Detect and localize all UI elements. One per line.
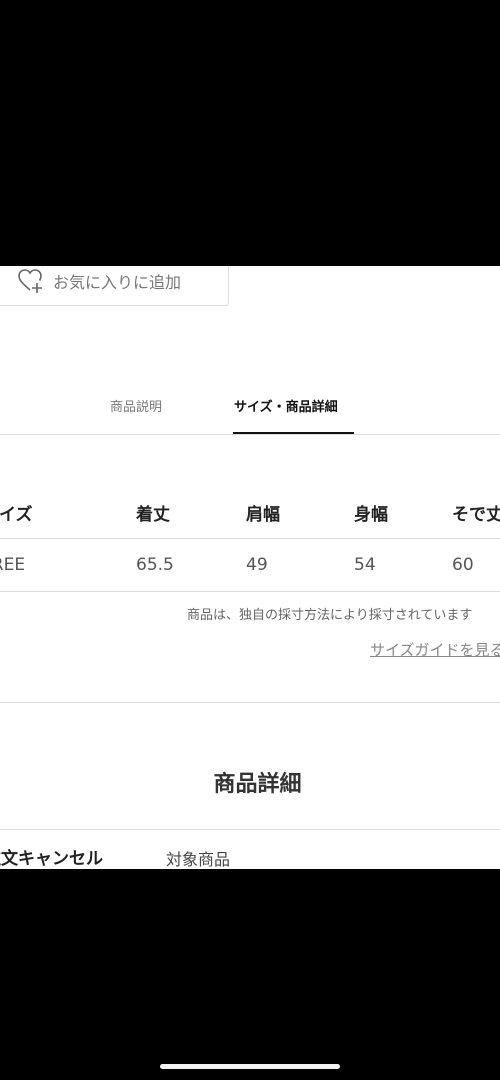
- heart-plus-icon: [17, 268, 47, 294]
- header-chest: 身幅: [354, 505, 388, 525]
- home-indicator: [160, 1064, 340, 1069]
- add-to-favorites-button[interactable]: お気に入りに追加: [0, 266, 229, 306]
- add-to-favorites-label: お気に入りに追加: [53, 273, 182, 292]
- screenshot-frame: お気に入りに追加 商品説明 サイズ・商品詳細 サイズ 着丈 肩幅 身幅 そで丈 …: [0, 0, 500, 1080]
- product-tabs: 商品説明 サイズ・商品詳細: [0, 390, 500, 435]
- header-shoulder: 肩幅: [246, 505, 280, 525]
- active-tab-underline: [233, 432, 354, 434]
- size-table-header: サイズ 着丈 肩幅 身幅 そで丈: [0, 486, 500, 539]
- detail-value: 対象商品: [166, 850, 231, 869]
- header-sleeve: そで丈: [452, 505, 500, 525]
- product-page-content: お気に入りに追加 商品説明 サイズ・商品詳細 サイズ 着丈 肩幅 身幅 そで丈 …: [0, 266, 500, 869]
- product-details-title: 商品詳細: [213, 772, 302, 797]
- detail-key: 注文キャンセル: [0, 849, 103, 869]
- cell-length: 65.5: [136, 555, 174, 575]
- tab-product-description[interactable]: 商品説明: [110, 396, 162, 415]
- measurement-note: 商品は、独自の採寸方法により採寸されています: [187, 608, 473, 623]
- size-table: サイズ 着丈 肩幅 身幅 そで丈 FREE 65.5 49 54 60: [0, 486, 500, 592]
- header-length: 着丈: [136, 505, 170, 525]
- size-guide-link[interactable]: サイズガイドを見る: [370, 639, 500, 660]
- cell-shoulder: 49: [246, 555, 268, 575]
- details-divider: [0, 829, 500, 830]
- tab-size-details[interactable]: サイズ・商品詳細: [234, 396, 338, 415]
- cell-chest: 54: [354, 555, 376, 575]
- cell-size: FREE: [0, 555, 26, 575]
- section-divider: [0, 702, 500, 703]
- cell-sleeve: 60: [452, 555, 474, 575]
- table-row: FREE 65.5 49 54 60: [0, 539, 500, 592]
- header-size: サイズ: [0, 505, 33, 525]
